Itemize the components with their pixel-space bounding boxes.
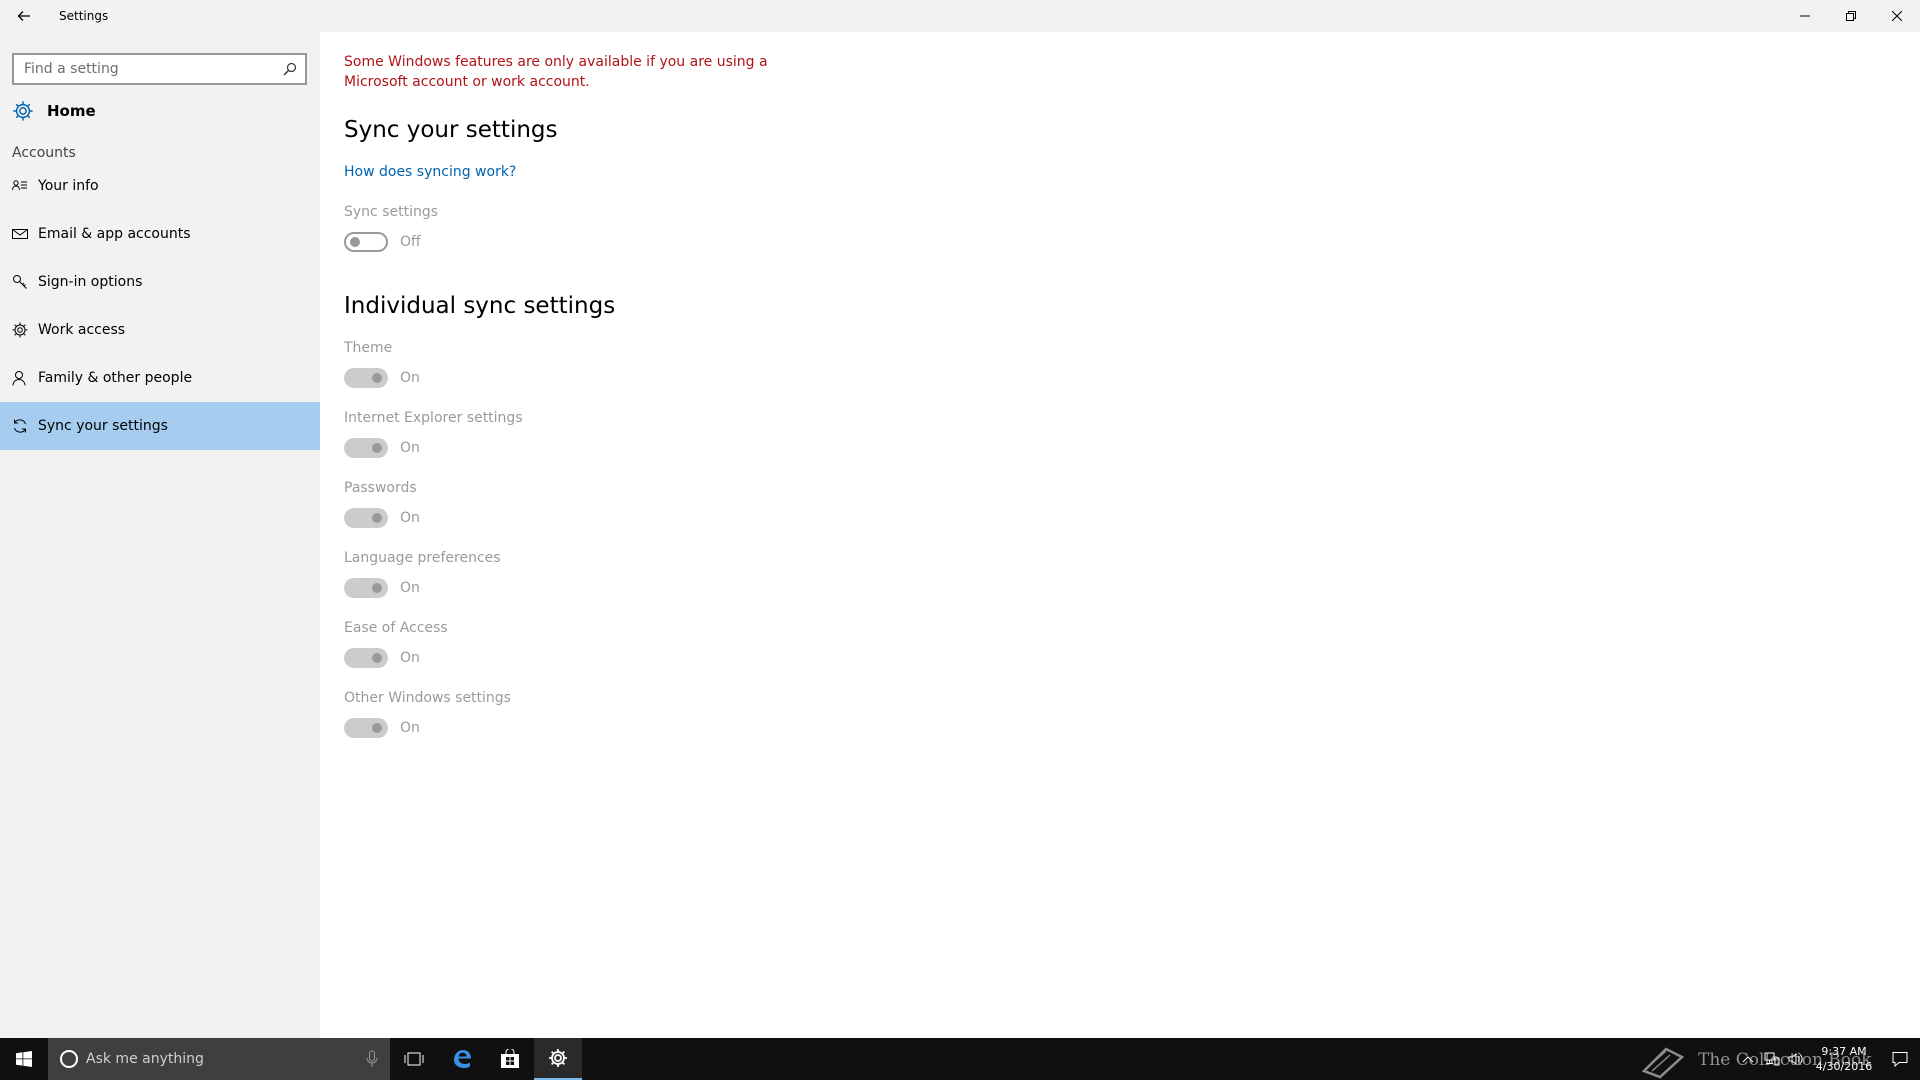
ease-of-access-setting: Ease of Access On xyxy=(344,620,744,668)
sidebar-nav: Your info Email & app accounts Sign-in o… xyxy=(0,162,320,450)
other-windows-settings-toggle[interactable] xyxy=(344,718,388,738)
sidebar-item-label: Email & app accounts xyxy=(38,226,191,242)
toggle-state: On xyxy=(400,510,420,526)
account-warning: Some Windows features are only available… xyxy=(344,54,768,90)
passwords-toggle[interactable] xyxy=(344,508,388,528)
theme-setting: Theme On xyxy=(344,340,744,388)
action-center-button[interactable] xyxy=(1880,1038,1920,1080)
main-content: Some Windows features are only available… xyxy=(320,32,1920,1038)
sidebar-item-label: Sync your settings xyxy=(38,418,168,434)
clock-date: 4/30/2016 xyxy=(1815,1060,1873,1073)
search-box[interactable] xyxy=(12,53,307,85)
theme-toggle[interactable] xyxy=(344,368,388,388)
sidebar-item-label: Sign-in options xyxy=(38,274,143,290)
toggle-state: On xyxy=(400,370,420,386)
action-center-icon xyxy=(1892,1052,1908,1067)
gear-icon xyxy=(12,322,28,338)
restore-icon xyxy=(1846,11,1856,21)
setting-label: Ease of Access xyxy=(344,620,448,636)
minimize-icon xyxy=(1800,15,1810,17)
back-arrow-icon xyxy=(17,11,30,21)
search-icon[interactable] xyxy=(275,62,305,76)
sync-settings-group: Sync settings Off xyxy=(344,204,744,252)
setting-label: Theme xyxy=(344,340,393,356)
sidebar-item-sign-in-options[interactable]: Sign-in options xyxy=(0,258,320,306)
language-preferences-setting: Language preferences On xyxy=(344,550,744,598)
start-button[interactable] xyxy=(0,1038,48,1080)
setting-label: Other Windows settings xyxy=(344,690,511,706)
home-link[interactable]: Home xyxy=(0,90,320,132)
toggle-state: Off xyxy=(400,234,421,250)
network-icon xyxy=(1764,1052,1780,1066)
setting-label: Passwords xyxy=(344,480,417,496)
other-windows-settings-setting: Other Windows settings On xyxy=(344,690,744,738)
language-preferences-toggle[interactable] xyxy=(344,578,388,598)
volume-icon xyxy=(1788,1053,1803,1065)
edge-icon xyxy=(454,1050,471,1068)
window-title: Settings xyxy=(59,9,109,23)
sidebar-item-your-info[interactable]: Your info xyxy=(0,162,320,210)
close-icon xyxy=(1892,11,1902,21)
volume-button[interactable] xyxy=(1784,1038,1808,1080)
sync-settings-toggle[interactable] xyxy=(344,232,388,252)
person-icon xyxy=(12,370,28,386)
taskbar: Ask me anything 9:37 AM 4/30/2016 xyxy=(0,1038,1920,1080)
section-title: Individual sync settings xyxy=(344,293,616,319)
microphone-icon[interactable] xyxy=(366,1050,378,1072)
title-bar: Settings xyxy=(0,0,1920,32)
task-view-icon xyxy=(404,1052,424,1066)
sidebar-item-label: Your info xyxy=(38,178,99,194)
cortana-search-box[interactable]: Ask me anything xyxy=(48,1038,390,1080)
sidebar-item-sync[interactable]: Sync your settings xyxy=(0,402,320,450)
cortana-icon xyxy=(60,1050,78,1068)
minimize-button[interactable] xyxy=(1782,0,1828,32)
network-button[interactable] xyxy=(1760,1038,1784,1080)
section-label: Accounts xyxy=(12,145,76,161)
toggle-state: On xyxy=(400,580,420,596)
windows-logo-icon xyxy=(16,1051,32,1067)
page-title: Sync your settings xyxy=(344,117,558,143)
clock[interactable]: 9:37 AM 4/30/2016 xyxy=(1808,1044,1880,1074)
show-hidden-icons-button[interactable] xyxy=(1736,1038,1760,1080)
sidebar: Home Accounts Your info Email & app acco… xyxy=(0,32,320,1038)
passwords-setting: Passwords On xyxy=(344,480,744,528)
edge-button[interactable] xyxy=(438,1038,486,1080)
how-syncing-works-link[interactable]: How does syncing work? xyxy=(344,164,516,180)
setting-label: Internet Explorer settings xyxy=(344,410,523,426)
restore-button[interactable] xyxy=(1828,0,1874,32)
store-button[interactable] xyxy=(486,1038,534,1080)
clock-time: 9:37 AM xyxy=(1821,1045,1867,1058)
ie-settings-toggle[interactable] xyxy=(344,438,388,458)
back-button[interactable] xyxy=(0,0,48,32)
contact-info-icon xyxy=(12,178,28,194)
sidebar-item-work-access[interactable]: Work access xyxy=(0,306,320,354)
sync-icon xyxy=(12,418,28,434)
ease-of-access-toggle[interactable] xyxy=(344,648,388,668)
system-tray: 9:37 AM 4/30/2016 xyxy=(1736,1038,1920,1080)
task-view-button[interactable] xyxy=(390,1038,438,1080)
close-button[interactable] xyxy=(1874,0,1920,32)
chevron-up-icon xyxy=(1742,1056,1754,1063)
ie-settings-setting: Internet Explorer settings On xyxy=(344,410,744,458)
setting-label: Language preferences xyxy=(344,550,501,566)
gear-icon xyxy=(13,101,33,121)
search-input[interactable] xyxy=(14,55,275,83)
cortana-search-text: Ask me anything xyxy=(86,1051,204,1067)
home-label: Home xyxy=(47,102,96,120)
store-icon xyxy=(501,1049,519,1068)
sidebar-item-family[interactable]: Family & other people xyxy=(0,354,320,402)
sidebar-item-label: Family & other people xyxy=(38,370,193,386)
settings-taskbar-button[interactable] xyxy=(534,1038,582,1080)
toggle-state: On xyxy=(400,440,420,456)
setting-label: Sync settings xyxy=(344,204,439,220)
settings-gear-icon xyxy=(549,1049,567,1067)
toggle-state: On xyxy=(400,650,420,666)
sidebar-item-label: Work access xyxy=(38,322,126,338)
sidebar-item-email[interactable]: Email & app accounts xyxy=(0,210,320,258)
mail-icon xyxy=(12,226,28,242)
toggle-state: On xyxy=(400,720,420,736)
key-icon xyxy=(12,274,28,290)
